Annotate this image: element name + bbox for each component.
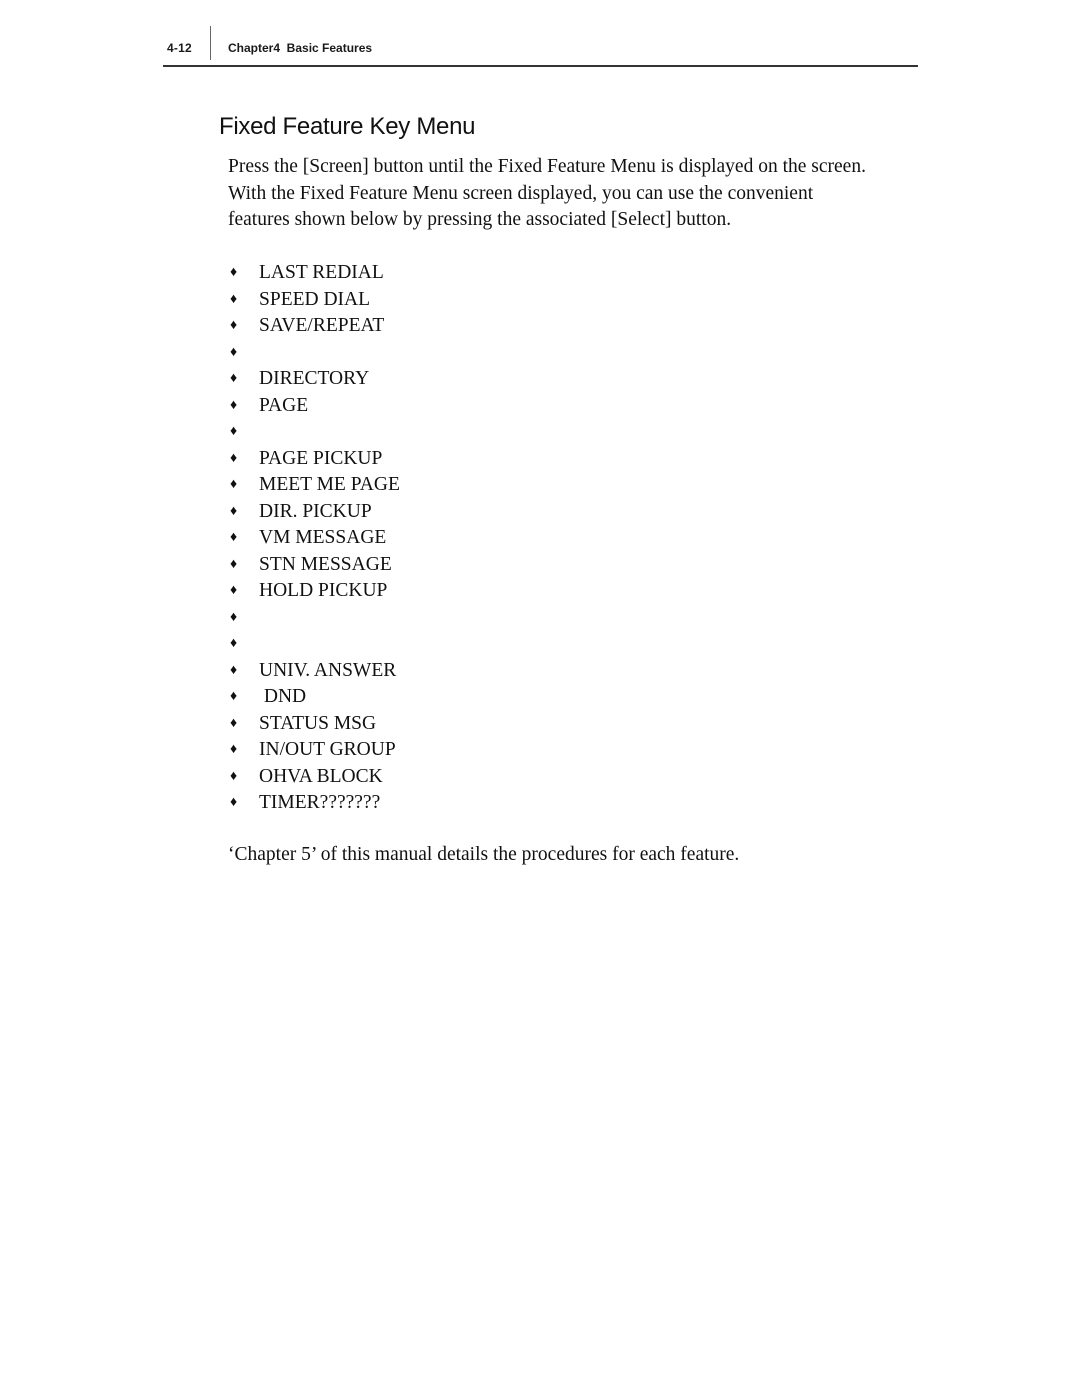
diamond-bullet-icon: ♦ (230, 795, 238, 810)
feature-list-item: ♦ TIMER??????? (228, 790, 400, 817)
diamond-bullet-icon: ♦ (230, 583, 238, 598)
feature-label: LAST REDIAL (259, 262, 384, 283)
feature-list-item: ♦ DIRECTORY (228, 366, 400, 393)
diamond-bullet-icon: ♦ (230, 715, 238, 731)
intro-paragraph: Press the [Screen] button until the Fixe… (228, 154, 928, 234)
running-title: Chapter4 Basic Features (228, 41, 373, 55)
feature-list-item: ♦ STATUS MSG (228, 711, 400, 738)
diamond-bullet-icon: ♦ (230, 530, 238, 545)
feature-list-item: ♦ (228, 631, 400, 658)
feature-label: STN MESSAGE (259, 553, 392, 575)
feature-list-item: ♦ VM MESSAGE (228, 525, 400, 552)
feature-list-item: ♦ SPEED DIAL (228, 287, 400, 314)
outro-paragraph: ‘Chapter 5’ of this manual details the p… (228, 844, 740, 865)
feature-list-item: ♦ PAGE (228, 393, 400, 420)
feature-list: ♦ LAST REDIAL ♦ SPEED DIAL ♦ SAVE/REPEAT ♦ ♦ DIR… (228, 260, 400, 817)
feature-label: MEET ME PAGE (259, 474, 400, 495)
diamond-bullet-icon: ♦ (230, 450, 238, 466)
feature-list-item: ♦ PAGE PICKUP (228, 446, 400, 473)
feature-list-item: ♦ STN MESSAGE (228, 552, 400, 579)
feature-list-item: ♦ DIR. PICKUP (228, 499, 400, 526)
feature-label: PAGE PICKUP (259, 447, 383, 469)
intro-line: Press the [Screen] button until the Fixe… (228, 156, 866, 177)
diamond-bullet-icon: ♦ (230, 318, 238, 333)
diamond-bullet-icon: ♦ (230, 291, 238, 307)
feature-list-item: ♦ IN/OUT GROUP (228, 737, 400, 764)
feature-list-item: ♦ HOLD PICKUP (228, 578, 400, 605)
diamond-bullet-icon: ♦ (230, 371, 238, 386)
feature-label: DIR. PICKUP (259, 500, 372, 522)
diamond-bullet-icon: ♦ (230, 503, 238, 519)
feature-label: SAVE/REPEAT (259, 315, 385, 336)
feature-label: UNIV. ANSWER (259, 659, 397, 681)
page-number: 4-12 (167, 41, 192, 55)
feature-label: VM MESSAGE (259, 527, 387, 548)
feature-list-item: ♦ LAST REDIAL (228, 260, 400, 287)
section-title: Fixed Feature Key Menu (219, 113, 476, 140)
header-rule (163, 65, 918, 67)
diamond-bullet-icon: ♦ (230, 556, 238, 572)
diamond-bullet-icon: ♦ (230, 768, 238, 784)
feature-label: OHVA BLOCK (259, 765, 383, 787)
feature-label: STATUS MSG (259, 712, 377, 734)
diamond-bullet-icon: ♦ (230, 397, 238, 413)
diamond-bullet-icon: ♦ (230, 424, 238, 439)
diamond-bullet-icon: ♦ (230, 609, 238, 625)
feature-list-item: ♦ (228, 605, 400, 632)
page-header: 4-12 Chapter4 Basic Features (163, 24, 918, 67)
feature-label: IN/OUT GROUP (259, 739, 396, 760)
feature-label: SPEED DIAL (259, 288, 371, 310)
diamond-bullet-icon: ♦ (230, 265, 238, 280)
feature-label: HOLD PICKUP (259, 580, 388, 601)
diamond-bullet-icon: ♦ (230, 689, 238, 704)
feature-label: PAGE (259, 394, 309, 416)
feature-label: DND (259, 686, 307, 707)
feature-list-item: ♦ SAVE/REPEAT (228, 313, 400, 340)
diamond-bullet-icon: ♦ (230, 662, 238, 678)
diamond-bullet-icon: ♦ (230, 636, 238, 651)
feature-list-item: ♦ OHVA BLOCK (228, 764, 400, 791)
feature-label: TIMER??????? (259, 792, 381, 813)
header-divider (210, 26, 211, 60)
diamond-bullet-icon: ♦ (230, 742, 238, 757)
diamond-bullet-icon: ♦ (230, 477, 238, 492)
intro-line: features shown below by pressing the ass… (228, 209, 732, 230)
feature-list-item: ♦ UNIV. ANSWER (228, 658, 400, 685)
feature-list-item: ♦ (228, 340, 400, 367)
feature-label: DIRECTORY (259, 368, 370, 389)
diamond-bullet-icon: ♦ (230, 344, 238, 360)
feature-list-item: ♦ MEET ME PAGE (228, 472, 400, 499)
intro-line: With the Fixed Feature Menu screen displ… (228, 182, 814, 204)
feature-list-item: ♦ DND (228, 684, 400, 711)
feature-list-item: ♦ (228, 419, 400, 446)
